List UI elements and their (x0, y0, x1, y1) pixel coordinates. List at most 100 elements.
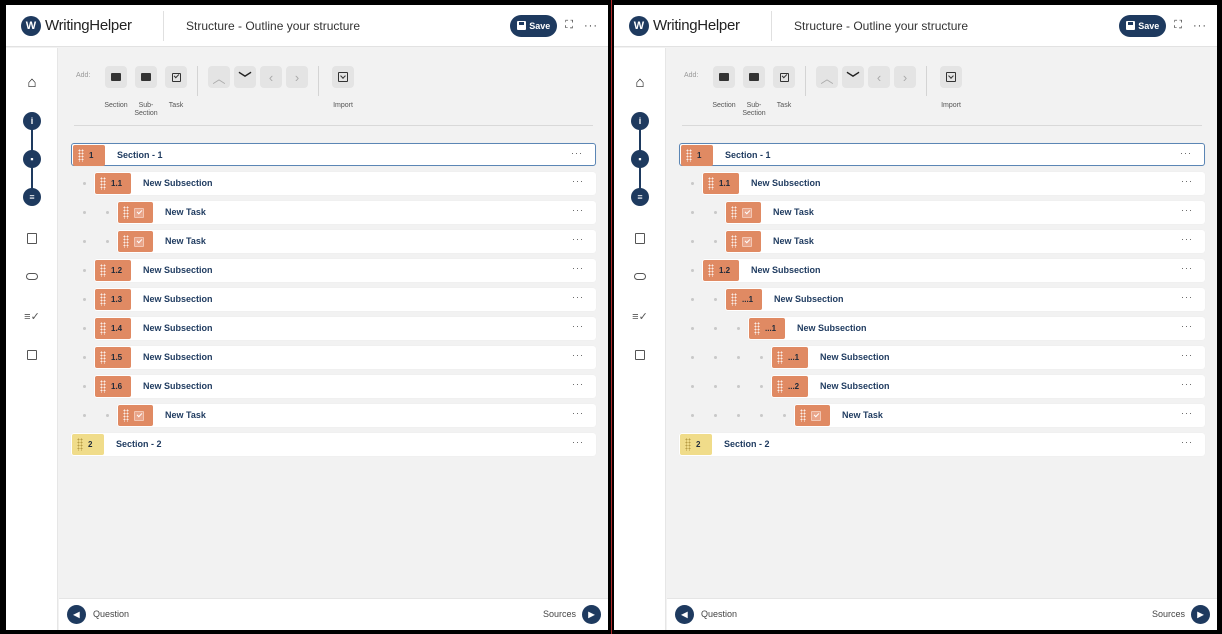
move-up-button[interactable]: ︿ (816, 66, 838, 88)
info-icon[interactable]: i (23, 112, 41, 130)
outline-item-card[interactable]: 1.3 New Subsection ··· (94, 288, 596, 311)
drag-handle[interactable]: 2 (72, 434, 104, 455)
move-down-button[interactable]: ﹀ (842, 66, 864, 88)
drag-handle[interactable]: 1.4 (95, 318, 131, 339)
item-title[interactable]: New Task (842, 410, 883, 420)
notes-icon[interactable] (632, 230, 648, 246)
add-section-button[interactable] (713, 66, 735, 88)
next-step-button[interactable]: ▶ (1191, 605, 1210, 624)
drag-handle[interactable]: 1.1 (95, 173, 131, 194)
outline-item-card[interactable]: 1.6 New Subsection ··· (94, 375, 596, 398)
add-task-button[interactable] (165, 66, 187, 88)
previous-step-label[interactable]: Question (701, 609, 737, 619)
checklist-icon[interactable]: ≡✓ (24, 308, 40, 324)
outline-item-card[interactable]: ...1 New Subsection ··· (748, 317, 1205, 340)
section-row[interactable]: 1 Section - 1 ··· (679, 143, 1205, 166)
home-icon[interactable]: ⌂ (632, 74, 648, 91)
item-more-icon[interactable]: ··· (572, 263, 584, 273)
drag-handle[interactable]: ...1 (749, 318, 785, 339)
item-more-icon[interactable]: ··· (572, 408, 584, 418)
previous-step-button[interactable]: ◀ (67, 605, 86, 624)
drag-handle[interactable]: 1.3 (95, 289, 131, 310)
item-title[interactable]: New Task (165, 207, 206, 217)
item-more-icon[interactable]: ··· (1181, 350, 1193, 360)
checklist-icon[interactable]: ≡✓ (632, 308, 648, 324)
item-more-icon[interactable]: ··· (572, 321, 584, 331)
item-more-icon[interactable]: ··· (1181, 379, 1193, 389)
question-icon[interactable]: ▪ (23, 150, 41, 168)
drag-handle[interactable]: ...1 (772, 347, 808, 368)
item-title[interactable]: Section - 2 (116, 439, 162, 449)
outline-item-card[interactable]: 2 Section - 2 ··· (71, 433, 596, 456)
item-title[interactable]: Section - 1 (117, 150, 163, 160)
item-title[interactable]: New Subsection (797, 323, 867, 333)
structure-icon[interactable]: ≡ (23, 188, 41, 206)
indent-button[interactable]: › (286, 66, 308, 88)
item-more-icon[interactable]: ··· (572, 379, 584, 389)
item-more-icon[interactable]: ··· (1181, 292, 1193, 302)
item-title[interactable]: New Task (165, 236, 206, 246)
subsection-row[interactable]: 1.2 New Subsection ··· (71, 259, 596, 282)
import-button[interactable] (940, 66, 962, 88)
drag-handle[interactable]: 1.2 (703, 260, 739, 281)
move-up-button[interactable]: ︿ (208, 66, 230, 88)
next-step-button[interactable]: ▶ (582, 605, 601, 624)
outline-item-card[interactable]: 1.1 New Subsection ··· (94, 172, 596, 195)
outdent-button[interactable]: ‹ (260, 66, 282, 88)
outline-item-card[interactable]: 1.5 New Subsection ··· (94, 346, 596, 369)
outline-item-card[interactable]: 2 Section - 2 ··· (679, 433, 1205, 456)
export-icon[interactable] (632, 347, 648, 363)
save-button[interactable]: Save (510, 14, 558, 37)
item-more-icon[interactable]: ··· (572, 437, 584, 447)
outline-item-card[interactable]: New Task ··· (725, 201, 1205, 224)
subsection-row[interactable]: ...1 New Subsection ··· (679, 288, 1205, 311)
outline-item-card[interactable]: New Task ··· (725, 230, 1205, 253)
outline-item-card[interactable]: New Task ··· (117, 230, 596, 253)
link-icon[interactable] (632, 268, 648, 284)
item-title[interactable]: New Subsection (143, 178, 213, 188)
outline-item-card[interactable]: 1.1 New Subsection ··· (702, 172, 1205, 195)
app-logo[interactable]: W WritingHelper (629, 15, 769, 36)
item-title[interactable]: New Subsection (143, 381, 213, 391)
drag-handle[interactable]: ...2 (772, 376, 808, 397)
import-button[interactable] (332, 66, 354, 88)
item-more-icon[interactable]: ··· (1181, 205, 1193, 215)
outline-item-card[interactable]: New Task ··· (117, 404, 596, 427)
item-title[interactable]: New Subsection (751, 265, 821, 275)
item-title[interactable]: New Subsection (143, 294, 213, 304)
next-step-label[interactable]: Sources (1152, 609, 1185, 619)
item-more-icon[interactable]: ··· (1181, 176, 1193, 186)
outline-item-card[interactable]: 1.2 New Subsection ··· (702, 259, 1205, 282)
drag-handle[interactable]: 1.2 (95, 260, 131, 281)
task-row[interactable]: New Task ··· (71, 230, 596, 253)
task-row[interactable]: New Task ··· (71, 201, 596, 224)
link-icon[interactable] (24, 268, 40, 284)
item-more-icon[interactable]: ··· (1180, 148, 1192, 158)
more-icon[interactable]: ··· (584, 20, 598, 32)
move-down-button[interactable]: ﹀ (234, 66, 256, 88)
subsection-row[interactable]: 1.1 New Subsection ··· (71, 172, 596, 195)
outdent-button[interactable]: ‹ (868, 66, 890, 88)
subsection-row[interactable]: 1.1 New Subsection ··· (679, 172, 1205, 195)
subsection-row[interactable]: 1.5 New Subsection ··· (71, 346, 596, 369)
item-more-icon[interactable]: ··· (1181, 234, 1193, 244)
outline-item-card[interactable]: 1 Section - 1 ··· (679, 143, 1205, 166)
expand-icon[interactable]: ⛶ (1174, 19, 1183, 32)
item-more-icon[interactable]: ··· (572, 292, 584, 302)
app-logo[interactable]: W WritingHelper (21, 15, 161, 36)
drag-handle[interactable] (118, 231, 153, 252)
notes-icon[interactable] (24, 230, 40, 246)
subsection-row[interactable]: ...2 New Subsection ··· (679, 375, 1205, 398)
item-title[interactable]: New Subsection (820, 381, 890, 391)
item-title[interactable]: New Task (165, 410, 206, 420)
drag-handle[interactable] (118, 202, 153, 223)
home-icon[interactable]: ⌂ (24, 74, 40, 91)
drag-handle[interactable]: 1 (73, 145, 105, 166)
outline-item-card[interactable]: New Task ··· (794, 404, 1205, 427)
add-section-button[interactable] (105, 66, 127, 88)
save-button[interactable]: Save (1119, 14, 1167, 37)
item-title[interactable]: New Subsection (751, 178, 821, 188)
subsection-row[interactable]: ...1 New Subsection ··· (679, 346, 1205, 369)
subsection-row[interactable]: 1.3 New Subsection ··· (71, 288, 596, 311)
more-icon[interactable]: ··· (1193, 20, 1207, 32)
